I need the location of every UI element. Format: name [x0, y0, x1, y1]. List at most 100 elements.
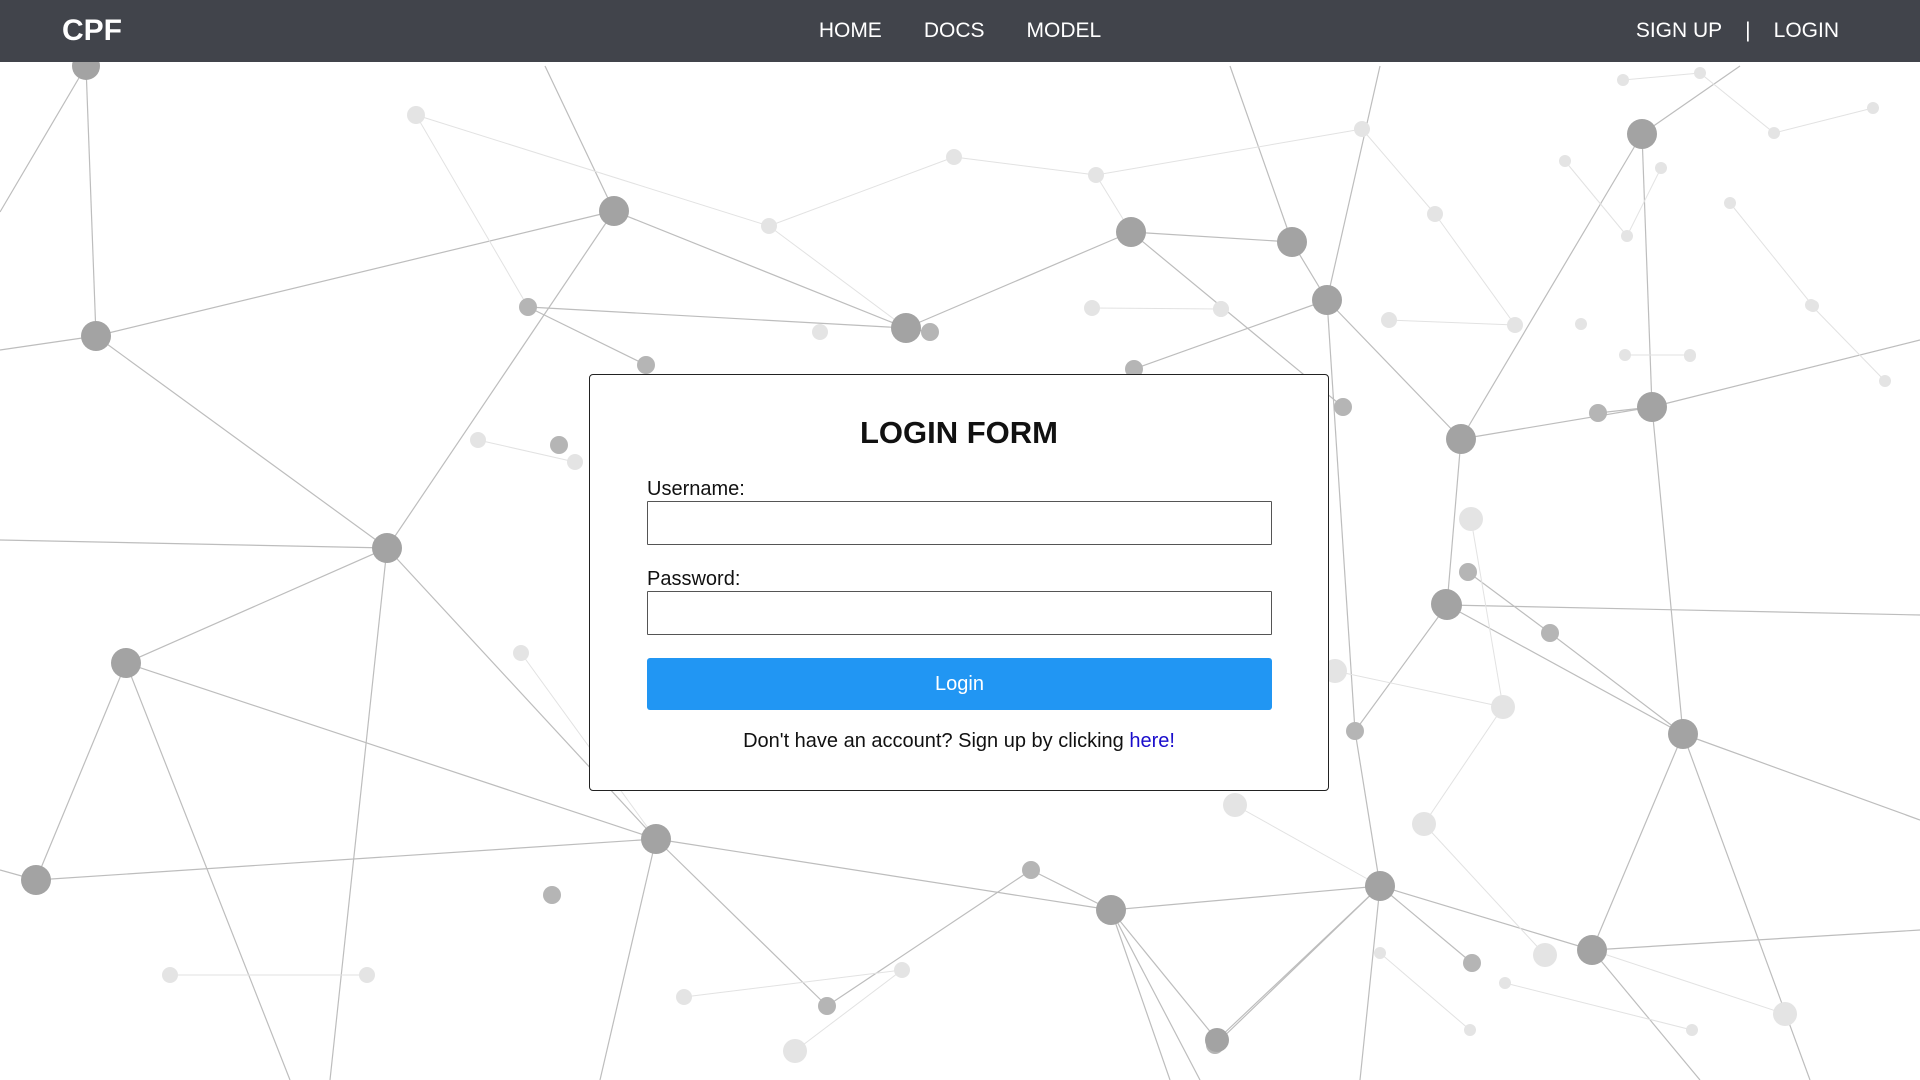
network-edge [1591, 949, 1701, 1080]
username-label: Username: [647, 478, 745, 500]
network-edge-faint [1810, 304, 1886, 382]
network-edge [1133, 299, 1328, 370]
nav-separator: | [1745, 19, 1751, 42]
network-node [894, 962, 910, 978]
network-node [550, 436, 568, 454]
network-edge [1651, 406, 1684, 735]
network-edge [599, 838, 657, 1080]
network-node [1427, 206, 1443, 222]
nav-home-link[interactable]: HOME [819, 19, 882, 43]
network-node [1491, 695, 1515, 719]
network-node [1334, 398, 1352, 416]
network-node [1805, 299, 1817, 311]
network-node [470, 432, 486, 448]
network-edge [95, 335, 388, 549]
network-edge-faint [1504, 982, 1693, 1031]
network-edge [1229, 65, 1293, 243]
network-node [1575, 318, 1587, 330]
network-node [1346, 722, 1364, 740]
nav-login-link[interactable]: LOGIN [1774, 19, 1839, 43]
network-edge-faint [1095, 128, 1363, 176]
network-node [513, 645, 529, 661]
network-edge [1460, 406, 1653, 440]
network-node [1464, 1024, 1476, 1036]
network-node [812, 324, 828, 340]
signup-prompt: Don't have an account? Sign up by clicki… [590, 730, 1328, 753]
network-edge-faint [768, 156, 955, 227]
network-node [676, 989, 692, 1005]
network-edge-faint [1729, 202, 1814, 307]
network-node [1686, 1024, 1698, 1036]
network-edge-faint [1434, 213, 1516, 326]
nav-docs-link[interactable]: DOCS [924, 19, 985, 43]
network-node [1374, 947, 1386, 959]
login-button[interactable]: Login [647, 658, 1272, 710]
brand-logo[interactable]: CPF [62, 0, 122, 62]
network-node [111, 648, 141, 678]
network-node [946, 149, 962, 165]
network-node [1577, 935, 1607, 965]
network-edge [1446, 604, 1684, 735]
username-input[interactable] [647, 501, 1272, 545]
nav-signup-link[interactable]: SIGN UP [1636, 19, 1722, 43]
network-edge [826, 869, 1032, 1007]
network-edge [527, 306, 647, 366]
network-edge-faint [1699, 72, 1775, 134]
network-node [921, 323, 939, 341]
network-edge [1110, 909, 1201, 1080]
nav-model-link[interactable]: MODEL [1027, 19, 1102, 43]
network-edge [1682, 733, 1811, 1080]
network-node [1541, 624, 1559, 642]
network-edge-faint [1470, 518, 1504, 708]
network-edge [1110, 885, 1381, 911]
network-edge [655, 838, 828, 1007]
network-node [1627, 119, 1657, 149]
network-node [1867, 102, 1879, 114]
network-node [1312, 285, 1342, 315]
network-edge-faint [768, 225, 907, 329]
auth-nav: SIGN UP | LOGIN [1636, 0, 1839, 62]
network-node [1446, 424, 1476, 454]
network-edge [527, 306, 907, 329]
network-node [372, 533, 402, 563]
network-edge-faint [415, 114, 770, 227]
network-edge [329, 547, 388, 1080]
network-node [1223, 793, 1247, 817]
network-node [519, 298, 537, 316]
network-node [1507, 317, 1523, 333]
network-node [359, 967, 375, 983]
network-node [1773, 1002, 1797, 1026]
network-edge [1110, 909, 1171, 1080]
network-node [761, 218, 777, 234]
network-node [783, 1039, 807, 1063]
network-node [599, 196, 629, 226]
signup-here-link[interactable]: here! [1129, 730, 1175, 752]
network-node [1088, 167, 1104, 183]
network-node [1499, 977, 1511, 989]
network-edge [1446, 604, 1920, 616]
network-edge [1326, 65, 1381, 301]
network-edge [0, 539, 388, 549]
network-node [1879, 375, 1891, 387]
signup-prompt-text: Don't have an account? Sign up by clicki… [743, 730, 1130, 752]
network-edge [1641, 65, 1741, 135]
network-node [1463, 954, 1481, 972]
network-node [1617, 74, 1629, 86]
network-node [1768, 127, 1780, 139]
network-edge-faint [1091, 307, 1222, 310]
network-edge [125, 662, 657, 840]
network-edge [35, 662, 127, 881]
network-edge [1460, 133, 1643, 440]
network-edge [95, 210, 615, 337]
network-edge [1379, 885, 1593, 951]
network-edge [1682, 733, 1920, 821]
network-edge [544, 65, 615, 212]
network-node [1277, 227, 1307, 257]
network-node [1684, 350, 1696, 362]
password-input[interactable] [647, 591, 1272, 635]
password-label: Password: [647, 568, 741, 590]
network-node [1621, 230, 1633, 242]
network-node [1655, 162, 1667, 174]
network-edge-faint [1379, 952, 1471, 1031]
network-node [1637, 392, 1667, 422]
